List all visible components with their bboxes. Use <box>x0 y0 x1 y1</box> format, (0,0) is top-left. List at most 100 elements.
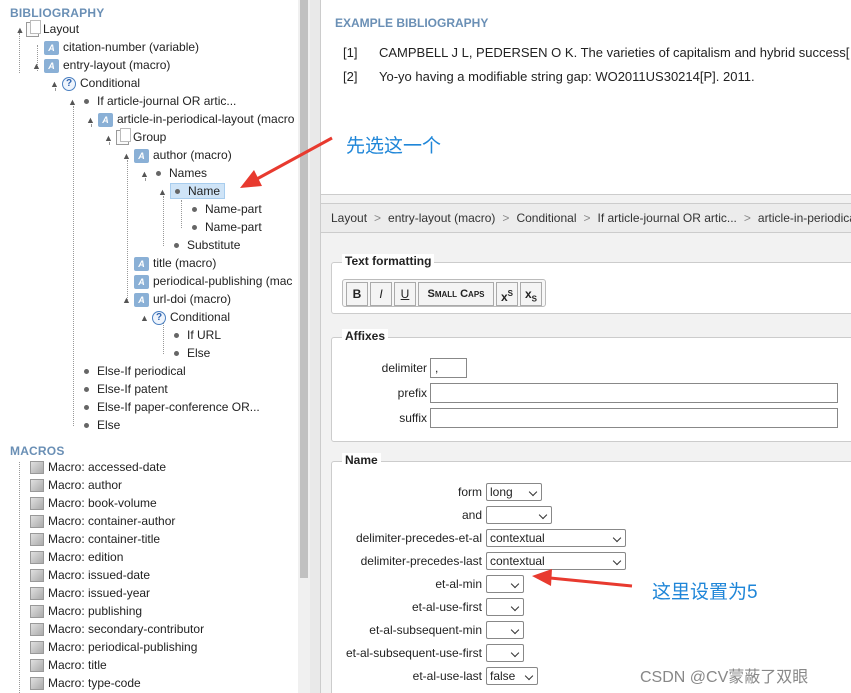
italic-button[interactable]: I <box>370 282 392 306</box>
tree-node-label: If article-journal OR artic... <box>97 94 237 108</box>
tree-node-periodical-publishing[interactable]: Aperiodical-publishing (mac <box>134 272 292 290</box>
macro-item[interactable]: Macro: author <box>30 476 122 494</box>
tree-node-label: Substitute <box>187 238 241 252</box>
macro-item[interactable]: Macro: container-author <box>30 512 175 530</box>
delimiter-precedes-last-select[interactable]: contextual <box>486 552 626 570</box>
macro-item[interactable]: Macro: secondary-contributor <box>30 620 204 638</box>
collapse-toggle-icon[interactable]: ▲ <box>86 111 98 129</box>
macro-item[interactable]: Macro: title <box>30 656 107 674</box>
collapse-toggle-icon[interactable]: ▲ <box>122 291 134 309</box>
et-al-use-first-select[interactable] <box>486 598 524 616</box>
delimiter-precedes-et-al-select[interactable]: contextual <box>486 529 626 547</box>
tree-node-else-if-periodical[interactable]: Else-If periodical <box>80 362 186 380</box>
tree-node-layout[interactable]: ▲ Layout <box>14 20 79 38</box>
macro-item[interactable]: Macro: book-volume <box>30 494 157 512</box>
tree-node-label: Else-If patent <box>97 382 168 396</box>
breadcrumb-item[interactable]: Conditional <box>516 211 576 225</box>
tree-node-else[interactable]: Else <box>170 344 210 362</box>
et-al-subsequent-min-select[interactable] <box>486 621 524 639</box>
suffix-input[interactable] <box>430 408 838 428</box>
breadcrumb-item[interactable]: If article-journal OR artic... <box>598 211 737 225</box>
tree-node-if-url[interactable]: If URL <box>170 326 221 344</box>
tree-node-else-last[interactable]: Else <box>80 416 120 434</box>
tree-node-names[interactable]: ▲ Names <box>140 164 207 182</box>
text-formatting-section: Text formatting B I U Small Caps xS xS <box>331 254 851 314</box>
tree-node-name[interactable]: ▲ Name <box>158 182 226 201</box>
macro-item[interactable]: Macro: type-code <box>30 674 141 692</box>
form-select[interactable]: long <box>486 483 542 501</box>
scrollbar-thumb[interactable] <box>300 0 308 578</box>
tree-node-else-if-paper-conference[interactable]: Else-If paper-conference OR... <box>80 398 260 416</box>
tree-node-label: entry-layout (macro) <box>63 58 171 72</box>
macro-icon: A <box>134 256 149 271</box>
macro-item[interactable]: Macro: accessed-date <box>30 458 166 476</box>
tree-node-entry-layout[interactable]: ▲ Aentry-layout (macro) <box>32 56 170 74</box>
breadcrumb-separator: > <box>743 211 751 225</box>
macros-title: MACROS <box>10 444 65 458</box>
tree-node-article-in-periodical-layout[interactable]: ▲ Aarticle-in-periodical-layout (macro <box>86 110 294 128</box>
macro-item[interactable]: Macro: edition <box>30 548 123 566</box>
collapse-toggle-icon[interactable]: ▲ <box>140 309 152 327</box>
bullet-icon <box>174 351 179 357</box>
tree-node-substitute[interactable]: Substitute <box>170 236 240 254</box>
collapse-toggle-icon[interactable]: ▲ <box>158 183 170 201</box>
prefix-label: prefix <box>397 386 427 400</box>
tree-node-label: Else <box>97 418 121 432</box>
macro-item[interactable]: Macro: issued-date <box>30 566 150 584</box>
prefix-input[interactable] <box>430 383 838 403</box>
reference-1: [1] CAMPBELL J L, PEDERSEN O K. The varie… <box>343 45 849 60</box>
and-select[interactable] <box>486 506 552 524</box>
breadcrumb-item[interactable]: Layout <box>331 211 367 225</box>
macro-icon: A <box>134 274 149 289</box>
macro-label: Macro: book-volume <box>48 496 157 510</box>
bold-button[interactable]: B <box>346 282 368 306</box>
subscript-base: x <box>524 287 532 301</box>
tree-node-label: Name-part <box>205 220 262 234</box>
bibliography-title: BIBLIOGRAPHY <box>10 6 105 20</box>
collapse-toggle-icon[interactable]: ▲ <box>68 93 80 111</box>
format-toolbar: B I U Small Caps xS xS <box>342 279 546 307</box>
macro-item[interactable]: Macro: publishing <box>30 602 142 620</box>
tree-node-author-macro[interactable]: ▲ Aauthor (macro) <box>122 146 232 164</box>
superscript-button[interactable]: xS <box>496 282 518 306</box>
collapse-toggle-icon[interactable]: ▲ <box>122 147 134 165</box>
collapse-toggle-icon[interactable]: ▲ <box>50 75 62 93</box>
tree-node-title-macro[interactable]: Atitle (macro) <box>134 254 216 272</box>
tree-node-citation-number[interactable]: Acitation-number (variable) <box>32 38 199 56</box>
small-caps-button[interactable]: Small Caps <box>418 282 494 306</box>
macro-item[interactable]: Macro: issued-year <box>30 584 150 602</box>
field-row: form <box>332 482 482 502</box>
et-al-subsequent-use-first-select[interactable] <box>486 644 524 662</box>
collapse-toggle-icon[interactable]: ▲ <box>140 165 152 183</box>
tree-node-if-article-journal[interactable]: ▲ If article-journal OR artic... <box>68 92 236 110</box>
reference-2: [2] Yo-yo having a modifiable string gap:… <box>343 69 755 84</box>
breadcrumb-item[interactable]: article-in-periodical-layout (macro) <box>758 211 851 225</box>
macro-icon: A <box>44 58 59 73</box>
underline-button[interactable]: U <box>394 282 416 306</box>
question-icon: ? <box>152 310 166 325</box>
tree-node-conditional-url[interactable]: ▲? Conditional <box>140 308 230 326</box>
et-al-min-select[interactable] <box>486 575 524 593</box>
tree-node-label: citation-number (variable) <box>63 40 200 54</box>
macro-item[interactable]: Macro: container-title <box>30 530 160 548</box>
tree-node-name-part[interactable]: Name-part <box>188 200 262 218</box>
sidebar-scrollbar[interactable] <box>298 0 310 693</box>
collapse-toggle-icon[interactable]: ▲ <box>14 26 26 35</box>
splitter[interactable] <box>310 0 320 693</box>
collapse-toggle-icon[interactable]: ▲ <box>104 129 116 147</box>
annotation-set-to-5: 这里设置为5 <box>652 582 758 603</box>
macro-item[interactable]: Macro: periodical-publishing <box>30 638 197 656</box>
breadcrumb-item[interactable]: entry-layout (macro) <box>388 211 495 225</box>
tree-node-name-part[interactable]: Name-part <box>188 218 262 236</box>
tree-node-group[interactable]: ▲ Group <box>104 128 166 146</box>
collapse-toggle-icon[interactable]: ▲ <box>32 57 44 75</box>
tree-node-else-if-patent[interactable]: Else-If patent <box>80 380 168 398</box>
field-label: et-al-min <box>435 577 482 591</box>
subscript-button[interactable]: xS <box>520 282 542 306</box>
tree-node-url-doi[interactable]: ▲ Aurl-doi (macro) <box>122 290 231 308</box>
tree-node-conditional[interactable]: ▲? Conditional <box>50 74 140 92</box>
et-al-use-last-select[interactable]: false <box>486 667 538 685</box>
macro-icon: A <box>98 112 113 127</box>
delimiter-input[interactable]: , <box>430 358 467 378</box>
superscript-base: x <box>500 290 508 304</box>
